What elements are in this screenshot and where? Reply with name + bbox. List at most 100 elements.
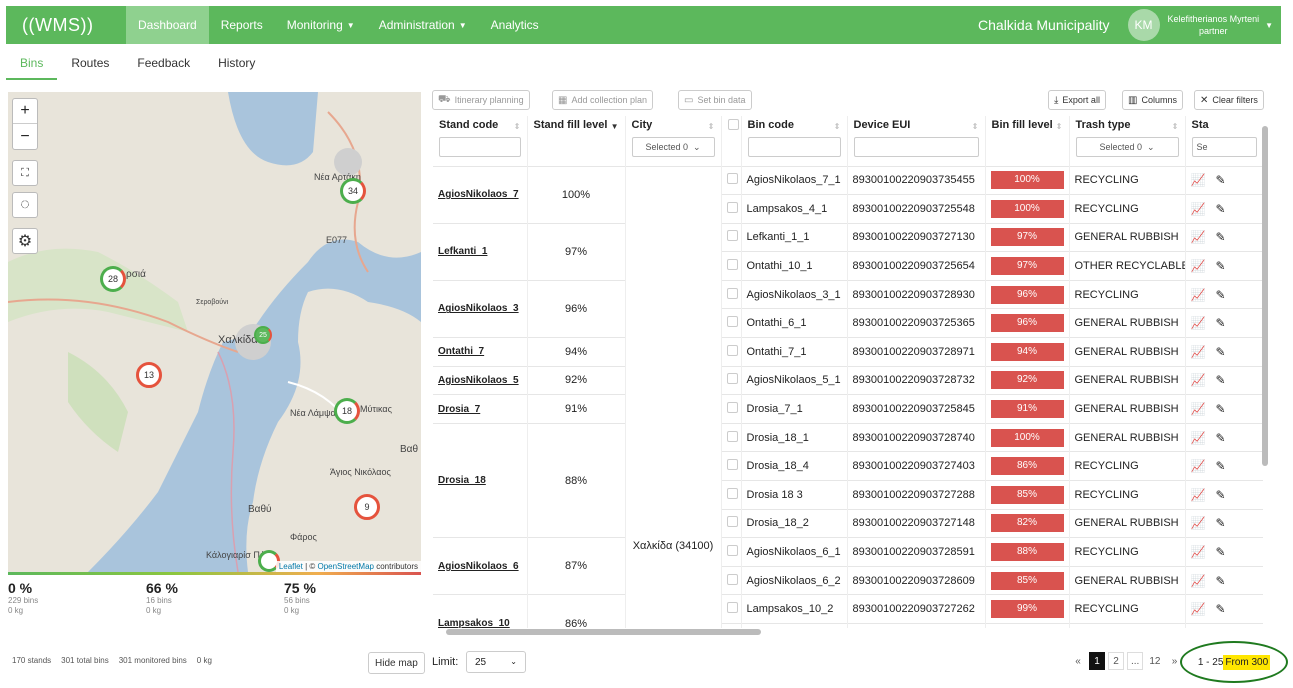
bin-code-filter[interactable] (747, 137, 841, 157)
header-bin-fill-level[interactable]: Bin fill level ⇕ (985, 116, 1070, 166)
chart-icon[interactable]: 📈 (1191, 345, 1206, 359)
chart-icon[interactable]: 📈 (1191, 402, 1206, 416)
row-checkbox[interactable] (726, 230, 738, 242)
bin-cluster-marker[interactable]: 13 (136, 362, 162, 388)
device-eui-filter[interactable] (853, 137, 979, 157)
table-row[interactable]: AgiosNikolaos_6 87% AgiosNikolaos_6_1 89300… (433, 537, 1263, 595)
table-row[interactable]: AgiosNikolaos_3 96% AgiosNikolaos_3_1 89300… (433, 279, 1263, 338)
table-row[interactable]: Lampsakos_10 86% Lampsakos_10_2 89300100220… (433, 594, 1263, 628)
stand-code-link[interactable]: Lefkanti_1 (433, 222, 528, 281)
page-1-button[interactable]: 1 (1089, 652, 1105, 670)
city-filter[interactable]: Selected 0 ⌄ (631, 137, 715, 157)
set-bin-data-button[interactable]: ▭ Set bin data (678, 90, 752, 110)
horizontal-scrollbar[interactable] (436, 628, 1260, 636)
stand-code-link[interactable]: Drosia_7 (433, 394, 528, 424)
chart-icon[interactable]: 📈 (1191, 488, 1206, 502)
pencil-icon[interactable]: ✎ (1215, 173, 1225, 187)
row-checkbox[interactable] (726, 201, 738, 213)
chart-icon[interactable]: 📈 (1191, 459, 1206, 473)
nav-administration[interactable]: Administration ▼ (367, 6, 479, 44)
prev-page-button[interactable]: « (1070, 652, 1086, 670)
pencil-icon[interactable]: ✎ (1215, 431, 1225, 445)
header-stand-fill-level[interactable]: Stand fill level ▼ (527, 116, 626, 166)
header-city[interactable]: City ⇕ Selected 0 ⌄ (625, 116, 722, 166)
pencil-icon[interactable]: ✎ (1215, 373, 1225, 387)
page-12-button[interactable]: 12 (1146, 652, 1163, 670)
row-checkbox[interactable] (726, 459, 738, 471)
chart-icon[interactable]: 📈 (1191, 574, 1206, 588)
chart-icon[interactable]: 📈 (1191, 230, 1206, 244)
pencil-icon[interactable]: ✎ (1215, 574, 1225, 588)
pencil-icon[interactable]: ✎ (1215, 402, 1225, 416)
table-row[interactable]: Lefkanti_1 97% Lefkanti_1_1 893001002209037… (433, 222, 1263, 281)
table-row[interactable]: AgiosNikolaos_5 92% AgiosNikolaos_5_1 89300… (433, 365, 1263, 395)
nav-analytics[interactable]: Analytics (479, 6, 551, 44)
bin-cluster-marker[interactable]: 34 (340, 178, 366, 204)
row-checkbox[interactable] (726, 173, 738, 185)
pencil-icon[interactable]: ✎ (1215, 259, 1225, 273)
select-all-checkbox[interactable] (727, 119, 739, 130)
row-checkbox[interactable] (726, 287, 738, 299)
caret-down-icon[interactable]: ▼ (1265, 21, 1273, 30)
table-row[interactable]: AgiosNikolaos_7 100% Χαλκίδα (34100) AgiosN… (433, 165, 1263, 628)
pencil-icon[interactable]: ✎ (1215, 488, 1225, 502)
hide-map-button[interactable]: Hide map (368, 652, 425, 674)
row-checkbox[interactable] (726, 259, 738, 271)
chart-icon[interactable]: 📈 (1191, 516, 1206, 530)
table-row[interactable]: Drosia_7 91% Drosia_7_1 8930010022090372584… (433, 394, 1263, 424)
chart-icon[interactable]: 📈 (1191, 173, 1206, 187)
stand-code-link[interactable]: Ontathi_7 (433, 337, 528, 367)
clear-filters-button[interactable]: ✕ Clear filters (1194, 90, 1264, 110)
brand-logo[interactable]: ((WMS)) (6, 15, 126, 36)
bin-cluster-marker[interactable]: 9 (354, 494, 380, 520)
header-stand-code[interactable]: Stand code ⇕ (433, 116, 528, 166)
stand-code-link[interactable]: Lampsakos_10 (433, 594, 528, 628)
nav-reports[interactable]: Reports (209, 6, 275, 44)
tab-bins[interactable]: Bins (6, 50, 58, 80)
row-checkbox[interactable] (726, 545, 738, 557)
row-checkbox[interactable] (726, 516, 738, 528)
fullscreen-icon[interactable]: ⛶ (12, 160, 38, 186)
leaflet-link[interactable]: Leaflet (279, 562, 303, 571)
tab-history[interactable]: History (204, 50, 269, 80)
vertical-scrollbar[interactable] (1261, 118, 1269, 628)
zoom-in-button[interactable]: + (13, 99, 37, 124)
gear-icon[interactable]: ⚙ (12, 228, 38, 254)
tab-feedback[interactable]: Feedback (123, 50, 204, 80)
zoom-out-button[interactable]: − (13, 124, 37, 149)
itinerary-planning-button[interactable]: ⛟ Itinerary planning (432, 90, 530, 110)
pencil-icon[interactable]: ✎ (1215, 202, 1225, 216)
row-checkbox[interactable] (726, 430, 738, 442)
pencil-icon[interactable]: ✎ (1215, 602, 1225, 616)
stand-code-link[interactable]: AgiosNikolaos_5 (433, 365, 528, 395)
columns-button[interactable]: ▥ Columns (1122, 90, 1183, 110)
limit-select[interactable]: 25 ⌄ (466, 651, 526, 673)
pencil-icon[interactable]: ✎ (1215, 516, 1225, 530)
nav-monitoring[interactable]: Monitoring ▼ (275, 6, 367, 44)
chart-icon[interactable]: 📈 (1191, 202, 1206, 216)
bin-cluster-marker[interactable]: 25 (254, 326, 272, 344)
chart-icon[interactable]: 📈 (1191, 545, 1206, 559)
table-row[interactable]: Drosia_18 88% Drosia_18_1 89300100220903728… (433, 422, 1263, 538)
row-checkbox[interactable] (726, 487, 738, 499)
stand-code-link[interactable]: AgiosNikolaos_6 (433, 537, 528, 595)
stand-code-link[interactable]: AgiosNikolaos_3 (433, 279, 528, 338)
chart-icon[interactable]: 📈 (1191, 316, 1206, 330)
pencil-icon[interactable]: ✎ (1215, 545, 1225, 559)
avatar[interactable]: KM (1127, 9, 1160, 41)
stand-code-link[interactable]: Drosia_18 (433, 422, 528, 538)
osm-link[interactable]: OpenStreetMap (317, 562, 373, 571)
bin-cluster-marker[interactable]: 18 (334, 398, 360, 424)
stand-code-link[interactable]: AgiosNikolaos_7 (433, 165, 528, 224)
stand-code-filter[interactable] (439, 137, 521, 157)
row-checkbox[interactable] (726, 344, 738, 356)
bins-map[interactable]: + − ⛶ ◌ ⚙ Νέα Αρτάκη Ε077 ρσιά Χαλκίδα Ν… (8, 92, 421, 572)
pencil-icon[interactable]: ✎ (1215, 230, 1225, 244)
trash-type-filter[interactable]: Selected 0 ⌄ (1075, 137, 1179, 157)
tab-routes[interactable]: Routes (57, 50, 123, 80)
nav-dashboard[interactable]: Dashboard (126, 6, 209, 44)
row-checkbox[interactable] (726, 402, 738, 414)
pencil-icon[interactable]: ✎ (1215, 345, 1225, 359)
chart-icon[interactable]: 📈 (1191, 288, 1206, 302)
header-trash-type[interactable]: Trash type ⇕ Selected 0 ⌄ (1069, 116, 1186, 166)
